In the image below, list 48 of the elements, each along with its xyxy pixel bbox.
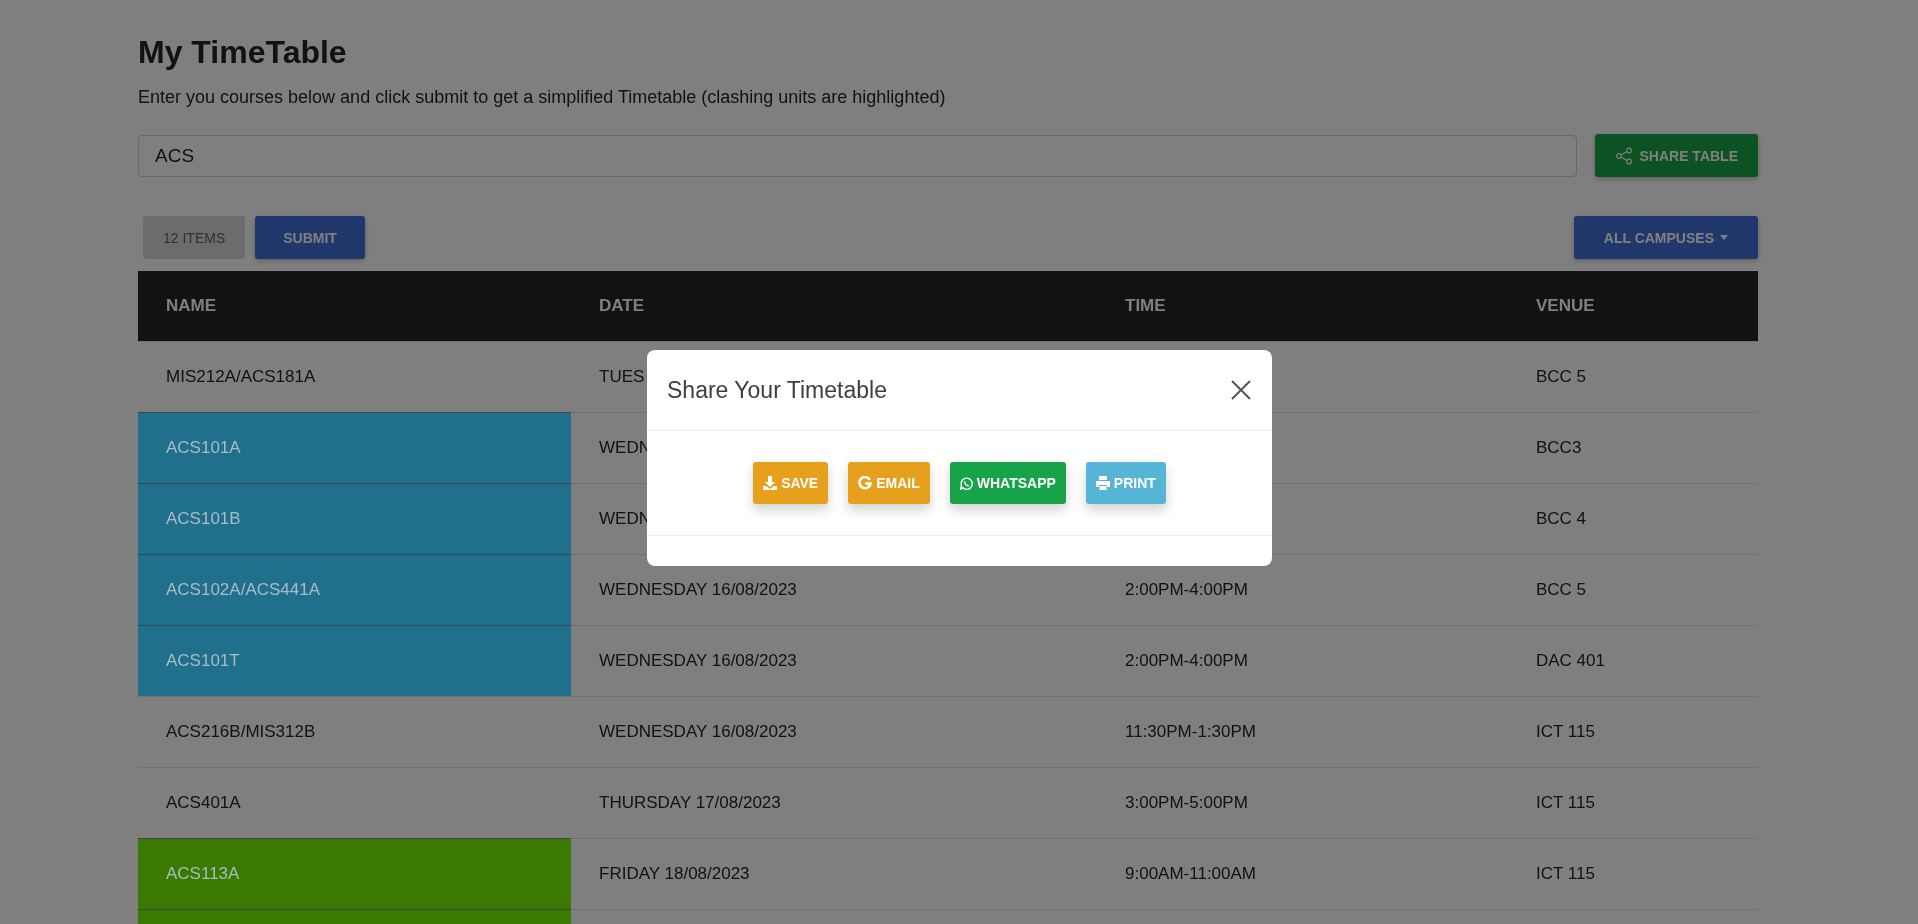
table-cell: BCC 5 bbox=[1536, 366, 1587, 386]
table-cell: 2:00PM-4:00PM bbox=[1125, 650, 1248, 670]
table-cell: 3:00PM-5:00PM bbox=[1125, 792, 1248, 812]
download-icon bbox=[763, 476, 778, 490]
page-subtitle: Enter you courses below and click submit to get a simplified Timetable (clashing units are highlighted) bbox=[138, 87, 947, 108]
table-cell: WEDNESDAY 16/08/2023 bbox=[599, 721, 797, 741]
table-cell: BCC 4 bbox=[1536, 508, 1587, 528]
table-cell: ICT 115 bbox=[1536, 792, 1595, 812]
highlighted-cell: ACS101T bbox=[138, 625, 571, 696]
share-table-button[interactable]: SHARE TABLE bbox=[1595, 134, 1758, 177]
column-header: DATE bbox=[571, 271, 1097, 341]
email-button[interactable]: EMAIL bbox=[848, 462, 930, 504]
table-cell: 2:00PM-4:00PM bbox=[1125, 579, 1248, 599]
table-cell: THURSDAY 17/08/2023 bbox=[599, 792, 781, 812]
campus-dropdown[interactable]: ALL CAMPUSES bbox=[1573, 216, 1758, 259]
highlighted-cell: ACS113A bbox=[138, 838, 571, 909]
highlighted-cell: ACS101B bbox=[138, 483, 571, 554]
save-button[interactable]: SAVE bbox=[753, 462, 829, 504]
whatsapp-button[interactable]: WHATSAPP bbox=[949, 462, 1066, 504]
table-cell: 9:00AM-11:00AM bbox=[1125, 863, 1257, 883]
column-header: TIME bbox=[1097, 271, 1508, 341]
table-cell: BCC 5 bbox=[1536, 579, 1587, 599]
table-cell: WEDNESDAY 16/08/2023 bbox=[599, 579, 797, 599]
table-cell: ACS216B/MIS312B bbox=[138, 696, 571, 767]
highlighted-cell: ACS102A/ACS441A bbox=[138, 554, 571, 625]
column-header: VENUE bbox=[1508, 271, 1758, 341]
table-cell: FRIDAY 18/08/2023 bbox=[599, 863, 750, 883]
table-cell: BCC3 bbox=[1536, 437, 1582, 457]
print-button[interactable]: PRINT bbox=[1085, 462, 1166, 504]
close-button[interactable] bbox=[1229, 378, 1253, 402]
table-cell: DAC 401 bbox=[1536, 650, 1605, 670]
table-cell: ICT 115 bbox=[1536, 721, 1595, 741]
course-input[interactable]: ACS bbox=[138, 134, 1578, 177]
table-cell: TUES bbox=[599, 366, 645, 386]
chat-bubble-icon bbox=[959, 476, 973, 490]
page-title: My TimeTable bbox=[138, 34, 348, 71]
submit-button[interactable]: SUBMIT bbox=[255, 216, 365, 259]
table-cell: ICT 115 bbox=[1536, 863, 1595, 883]
highlighted-cell: ACS101A bbox=[138, 412, 571, 483]
table-cell: 11:30PM-1:30PM bbox=[1125, 721, 1257, 741]
printer-icon bbox=[1095, 476, 1110, 490]
share-icon bbox=[1615, 146, 1634, 165]
caret-icon bbox=[1720, 235, 1728, 240]
table-cell: WEDNESDAY 16/08/2023 bbox=[599, 650, 797, 670]
dialog-title: Share Your Timetable bbox=[667, 376, 887, 404]
column-header: NAME bbox=[138, 271, 571, 341]
items-count-button[interactable]: 12 ITEMS bbox=[143, 216, 246, 259]
g-letter-icon bbox=[858, 476, 873, 490]
